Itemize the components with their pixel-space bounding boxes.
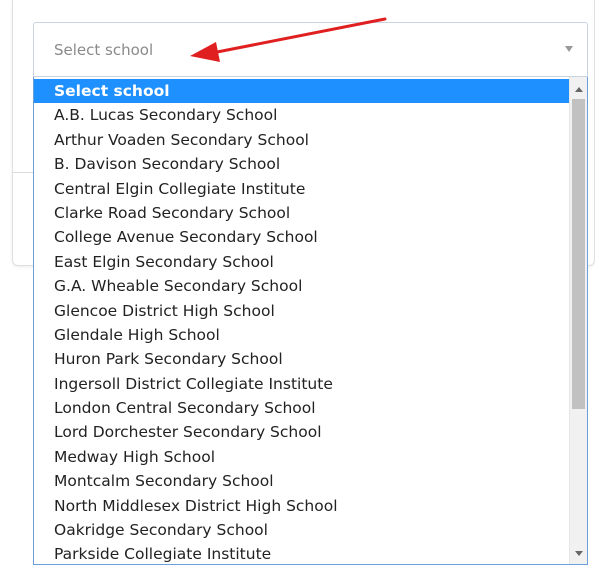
option-item[interactable]: Glendale High School xyxy=(34,323,570,347)
card-divider xyxy=(12,172,34,173)
option-item[interactable]: East Elgin Secondary School xyxy=(34,250,570,274)
option-item[interactable]: G.A. Wheable Secondary School xyxy=(34,274,570,298)
option-item[interactable]: B. Davison Secondary School xyxy=(34,152,570,176)
option-item[interactable]: Montcalm Secondary School xyxy=(34,469,570,493)
option-item[interactable]: Huron Park Secondary School xyxy=(34,347,570,371)
school-select[interactable]: Select school xyxy=(33,22,588,77)
option-selected[interactable]: Select school xyxy=(34,79,570,104)
scroll-up-icon[interactable] xyxy=(570,81,587,98)
school-dropdown-list[interactable]: Select school A.B. Lucas Secondary School… xyxy=(33,77,588,565)
option-item[interactable]: Lord Dorchester Secondary School xyxy=(34,420,570,444)
scrollbar[interactable] xyxy=(569,77,587,564)
option-item[interactable]: A.B. Lucas Secondary School xyxy=(34,103,570,127)
option-item[interactable]: London Central Secondary School xyxy=(34,396,570,420)
option-item[interactable]: Ingersoll District Collegiate Institute xyxy=(34,372,570,396)
option-item[interactable]: Clarke Road Secondary School xyxy=(34,201,570,225)
option-item[interactable]: Medway High School xyxy=(34,445,570,469)
option-item[interactable]: Arthur Voaden Secondary School xyxy=(34,128,570,152)
option-item[interactable]: North Middlesex District High School xyxy=(34,494,570,518)
option-item[interactable]: Oakridge Secondary School xyxy=(34,518,570,542)
option-item[interactable]: Central Elgin Collegiate Institute xyxy=(34,177,570,201)
chevron-down-icon[interactable] xyxy=(565,46,573,52)
option-item[interactable]: Glencoe District High School xyxy=(34,299,570,323)
scroll-down-icon[interactable] xyxy=(570,545,587,562)
page: Select school Select school A.B. Lucas Se… xyxy=(0,0,595,565)
option-item[interactable]: College Avenue Secondary School xyxy=(34,225,570,249)
scrollbar-thumb[interactable] xyxy=(572,99,585,409)
select-placeholder: Select school xyxy=(54,41,154,59)
option-list: Select school A.B. Lucas Secondary School… xyxy=(34,79,570,564)
option-item[interactable]: Parkside Collegiate Institute xyxy=(34,542,570,564)
